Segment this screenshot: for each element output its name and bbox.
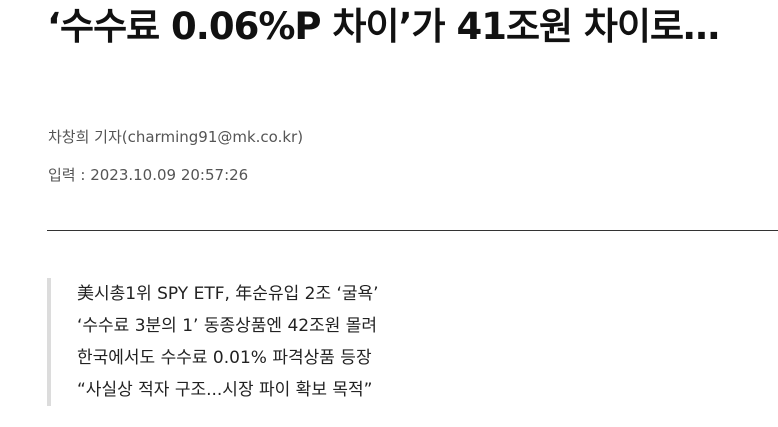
summary-line: “사실상 적자 구조...시장 파이 확보 목적” [77, 380, 373, 400]
article-headline: ‘수수료 0.06%P 차이’가 41조원 차이로… [47, 5, 720, 48]
header-divider [47, 230, 778, 231]
publish-date: 입력 : 2023.10.09 20:57:26 [48, 166, 249, 184]
author-byline: 차창희 기자(charming91@mk.co.kr) [48, 128, 304, 146]
summary-line: ‘수수료 3분의 1’ 동종상품엔 42조원 몰려 [77, 316, 378, 336]
summary-line: 한국에서도 수수료 0.01% 파격상품 등장 [77, 348, 372, 368]
summary-line: 美시총1위 SPY ETF, 年순유입 2조 ‘굴욕’ [77, 284, 379, 304]
summary-box: 美시총1위 SPY ETF, 年순유입 2조 ‘굴욕’ ‘수수료 3분의 1’ … [47, 278, 507, 406]
article-page: ‘수수료 0.06%P 차이’가 41조원 차이로… 차창희 기자(charmi… [0, 0, 778, 427]
